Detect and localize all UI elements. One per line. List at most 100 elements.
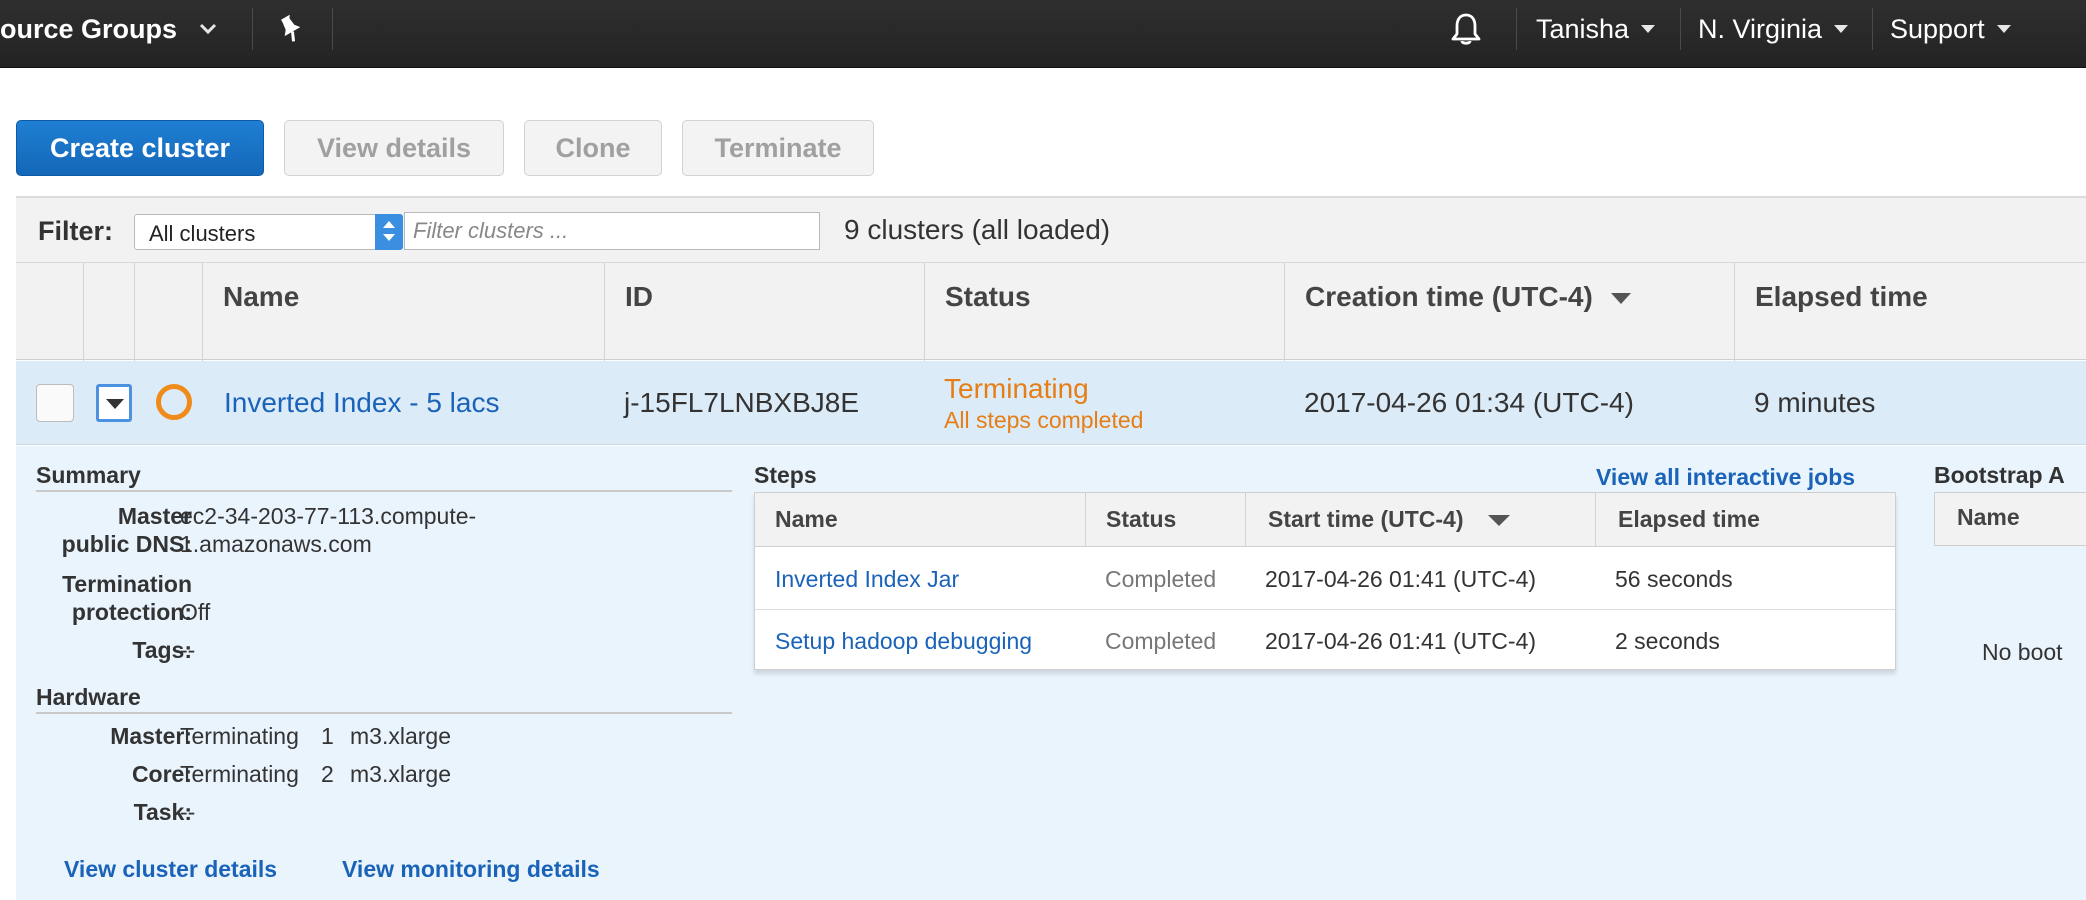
step-name-link[interactable]: Setup hadoop debugging <box>775 628 1032 655</box>
view-cluster-details-link[interactable]: View cluster details <box>64 856 277 883</box>
status-ring-icon <box>156 384 192 420</box>
caret-down-icon <box>1834 25 1849 33</box>
step-status: Completed <box>1105 566 1217 592</box>
header-status-label: Status <box>945 281 1031 312</box>
tags-value: -- <box>180 637 196 663</box>
header-name-label: Name <box>223 281 300 312</box>
summary-divider <box>36 490 732 492</box>
steps-header-name-label: Name <box>775 506 838 532</box>
filter-bar: Filter: All clusters 9 clusters (all loa… <box>16 196 2086 262</box>
chevron-down-icon <box>199 23 217 35</box>
clone-button[interactable]: Clone <box>524 120 662 176</box>
summary-title: Summary <box>36 462 141 488</box>
filter-label: Filter: <box>38 216 114 246</box>
header-creation-label: Creation time (UTC-4) <box>1305 281 1593 312</box>
header-id-label: ID <box>625 281 653 312</box>
cluster-count: 9 clusters (all loaded) <box>844 214 1111 245</box>
caret-down-icon <box>1641 25 1656 33</box>
steps-header-elapsed[interactable]: Elapsed time <box>1595 493 1895 547</box>
create-cluster-button[interactable]: Create cluster <box>16 120 264 176</box>
nav-divider <box>1516 8 1517 50</box>
hw-core-label: Core: <box>131 761 192 787</box>
steps-table-header: Name Status Start time (UTC-4) Elapsed t… <box>755 493 1895 547</box>
sort-descending-icon <box>1487 515 1510 527</box>
bootstrap-table-header: Name <box>1934 492 2086 546</box>
steps-header-start-time[interactable]: Start time (UTC-4) <box>1245 493 1595 547</box>
steps-header-elapsed-label: Elapsed time <box>1618 506 1760 532</box>
hardware-title: Hardware <box>36 684 141 710</box>
cluster-filter-select[interactable]: All clusters <box>134 214 403 250</box>
hw-core-type: m3.xlarge <box>350 761 451 787</box>
bootstrap-empty-message: No boot <box>1982 639 2063 665</box>
hw-master-state: Terminating <box>180 723 299 749</box>
steps-header-status-label: Status <box>1106 506 1177 532</box>
header-status[interactable]: Status <box>924 263 1284 361</box>
cluster-status-detail: All steps completed <box>944 407 1144 433</box>
view-monitoring-details-link[interactable]: View monitoring details <box>342 856 600 883</box>
service-menu[interactable]: ource Groups <box>0 0 217 58</box>
pin-icon[interactable] <box>276 0 306 58</box>
header-elapsed-time[interactable]: Elapsed time <box>1734 263 2086 361</box>
header-name[interactable]: Name <box>202 263 604 361</box>
termination-value: Off <box>180 599 211 625</box>
cluster-creation-time: 2017-04-26 01:34 (UTC-4) <box>1304 387 1634 418</box>
cluster-id: j-15FL7LNBXBJ8E <box>624 387 860 418</box>
table-row[interactable]: Inverted Index - 5 lacs j-15FL7LNBXBJ8E … <box>16 361 2086 445</box>
steps-header-status[interactable]: Status <box>1085 493 1245 547</box>
steps-table: Name Status Start time (UTC-4) Elapsed t… <box>754 492 1896 670</box>
caret-down-icon <box>1996 25 2011 33</box>
header-id[interactable]: ID <box>604 263 924 361</box>
steps-title: Steps <box>754 462 817 488</box>
table-row[interactable]: Setup hadoop debugging Completed 2017-04… <box>755 610 1895 672</box>
step-status: Completed <box>1105 628 1217 654</box>
service-menu-label: ource Groups <box>0 13 178 44</box>
header-elapsed-label: Elapsed time <box>1755 281 1928 312</box>
step-start-time: 2017-04-26 01:41 (UTC-4) <box>1265 628 1537 654</box>
region-menu[interactable]: N. Virginia <box>1698 0 1849 58</box>
filter-clusters-input[interactable] <box>404 212 820 250</box>
tags-label: Tags: <box>132 637 192 663</box>
hw-core-state: Terminating <box>180 761 299 787</box>
cluster-details-pane: Summary Master public DNS: ec2-34-203-77… <box>16 446 2086 900</box>
table-row[interactable]: Inverted Index Jar Completed 2017-04-26 … <box>755 548 1895 610</box>
user-menu-label: Tanisha <box>1536 13 1630 44</box>
region-menu-label: N. Virginia <box>1698 13 1823 44</box>
terminate-button[interactable]: Terminate <box>682 120 874 176</box>
master-dns-label-line2: public DNS: <box>61 531 192 557</box>
hw-task-label: Task: <box>133 799 192 825</box>
nav-divider <box>1680 8 1681 50</box>
master-dns-label-line1: Master <box>117 503 192 529</box>
steps-header-name[interactable]: Name <box>755 493 1085 547</box>
header-select-column <box>16 263 83 361</box>
user-menu[interactable]: Tanisha <box>1536 0 1656 58</box>
termination-label-line2: protection: <box>71 599 192 625</box>
master-dns-value-line1: ec2-34-203-77-113.compute- <box>180 503 477 529</box>
hw-master-type: m3.xlarge <box>350 723 451 749</box>
steps-header-start-label: Start time (UTC-4) <box>1268 506 1464 532</box>
termination-label-line1: Termination <box>62 571 192 597</box>
row-expand-toggle[interactable] <box>96 384 132 422</box>
step-elapsed-time: 2 seconds <box>1615 628 1720 654</box>
cluster-filter-selected: All clusters <box>149 221 256 246</box>
header-expand-column <box>83 263 134 361</box>
nav-divider <box>252 8 253 50</box>
nav-divider <box>1872 8 1873 50</box>
hw-master-label: Master: <box>110 723 192 749</box>
hw-core-count: 2 <box>321 761 334 787</box>
view-details-button[interactable]: View details <box>284 120 504 176</box>
cluster-name-link[interactable]: Inverted Index - 5 lacs <box>224 387 499 419</box>
select-arrows-icon <box>375 214 403 250</box>
view-all-interactive-jobs-link[interactable]: View all interactive jobs <box>1596 464 1855 491</box>
bootstrap-header-name[interactable]: Name <box>1957 504 2020 531</box>
step-elapsed-time: 56 seconds <box>1615 566 1733 592</box>
support-menu[interactable]: Support <box>1890 0 2011 58</box>
step-name-link[interactable]: Inverted Index Jar <box>775 566 959 593</box>
step-start-time: 2017-04-26 01:41 (UTC-4) <box>1265 566 1537 592</box>
top-navigation-bar: ource Groups Tanisha N. Virginia Support <box>0 0 2086 68</box>
header-creation-time[interactable]: Creation time (UTC-4) <box>1284 263 1734 361</box>
bootstrap-actions-title: Bootstrap A <box>1934 462 2065 488</box>
nav-divider <box>332 8 333 50</box>
row-checkbox[interactable] <box>36 384 74 422</box>
bell-icon[interactable] <box>1448 0 1484 58</box>
cluster-status: Terminating <box>944 373 1089 404</box>
